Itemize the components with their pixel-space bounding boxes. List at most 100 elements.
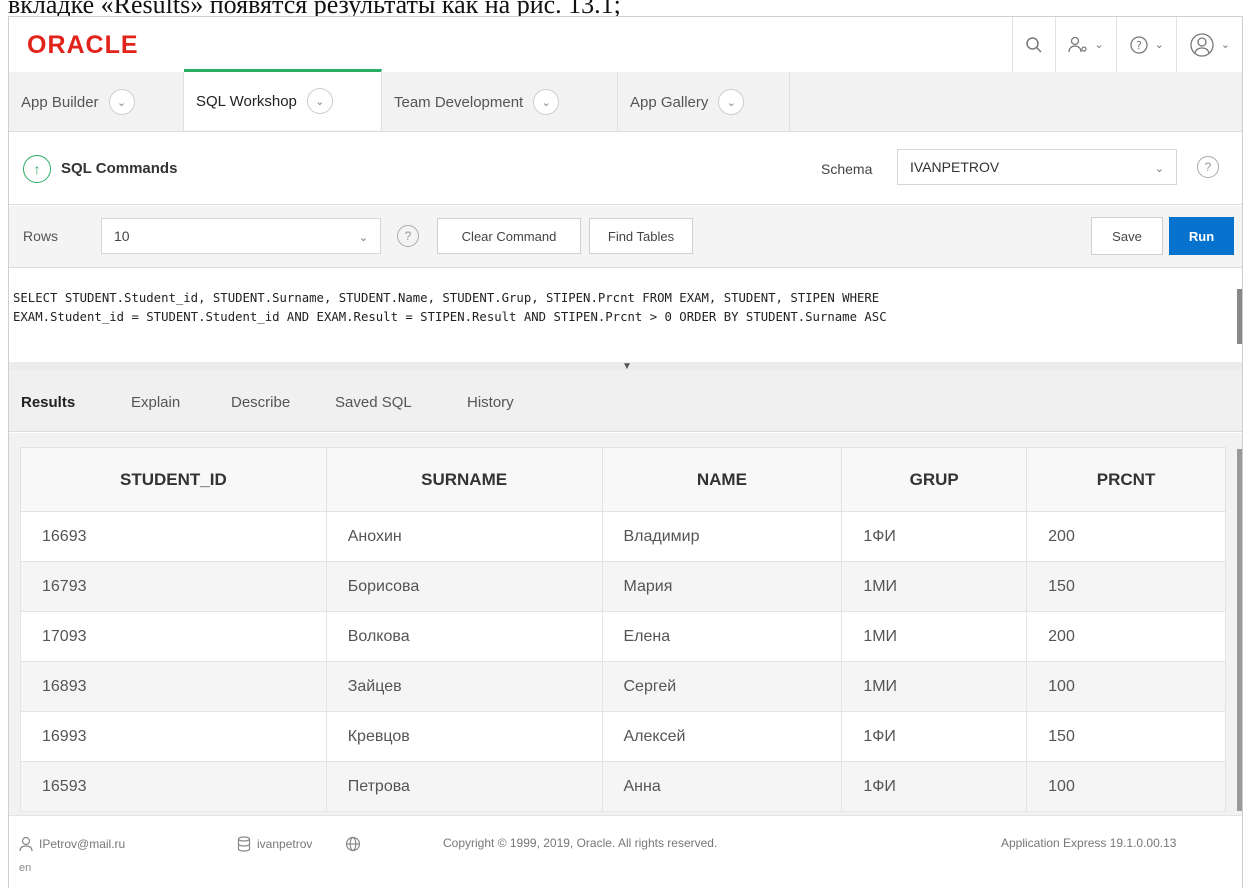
- svg-text:?: ?: [1136, 39, 1142, 52]
- top-icons: ⌄ ? ⌄ ⌄: [1012, 17, 1242, 72]
- table-cell: 1МИ: [841, 661, 1028, 712]
- table-cell: Кревцов: [325, 711, 603, 762]
- run-button[interactable]: Run: [1169, 217, 1234, 255]
- table-row: 16693 Анохин Владимир 1ФИ 200: [20, 511, 1226, 562]
- top-bar: ORACLE ⌄ ? ⌄ ⌄: [9, 17, 1242, 72]
- document-caption: вкладке «Results» появятся результаты ка…: [8, 0, 621, 16]
- chevron-down-icon[interactable]: ⌄: [718, 89, 745, 115]
- arrow-up-icon[interactable]: ↑: [23, 155, 51, 183]
- user-admin-icon[interactable]: ⌄: [1055, 17, 1115, 72]
- chevron-down-icon[interactable]: ⌄: [533, 89, 560, 115]
- table-cell: 1ФИ: [841, 761, 1028, 812]
- table-cell: Анна: [601, 761, 843, 812]
- table-cell: Мария: [601, 561, 843, 612]
- table-cell: Алексей: [601, 711, 843, 762]
- tab-explain[interactable]: Explain: [131, 394, 180, 411]
- chevron-down-icon: ⌄: [358, 232, 368, 244]
- table-cell: 1ФИ: [841, 511, 1028, 562]
- table-cell: 150: [1026, 711, 1226, 762]
- tab-saved-sql[interactable]: Saved SQL: [335, 394, 412, 411]
- footer-workspace[interactable]: ivanpetrov: [237, 836, 312, 852]
- editor-scrollbar[interactable]: [1237, 289, 1242, 344]
- tab-label: Team Development: [394, 93, 524, 111]
- chevron-down-icon: ⌄: [1154, 39, 1164, 51]
- table-cell: 16693: [20, 511, 327, 562]
- column-header-name[interactable]: NAME: [601, 447, 843, 512]
- table-cell: Волкова: [325, 611, 603, 662]
- clear-command-button[interactable]: Clear Command: [437, 218, 581, 254]
- copyright: Copyright © 1999, 2019, Oracle. All righ…: [443, 836, 718, 850]
- table-cell: 1МИ: [841, 561, 1028, 612]
- results-scrollbar[interactable]: [1237, 449, 1242, 811]
- table-row: 16993 Кревцов Алексей 1ФИ 150: [20, 711, 1226, 762]
- results-tabs: Results Explain Describe Saved SQL Histo…: [9, 370, 1242, 432]
- table-cell: 16793: [20, 561, 327, 612]
- table-row: 17093 Волкова Елена 1МИ 200: [20, 611, 1226, 662]
- table-row: 16593 Петрова Анна 1ФИ 100: [20, 761, 1226, 812]
- schema-value: IVANPETROV: [910, 159, 1000, 175]
- table-cell: 100: [1026, 661, 1226, 712]
- table-cell: 1ФИ: [841, 711, 1028, 762]
- column-header-surname[interactable]: SURNAME: [325, 447, 603, 512]
- column-header-student-id[interactable]: STUDENT_ID: [20, 447, 327, 512]
- tab-app-gallery[interactable]: App Gallery ⌄: [618, 72, 790, 132]
- table-row: 16793 Борисова Мария 1МИ 150: [20, 561, 1226, 612]
- table-cell: 150: [1026, 561, 1226, 612]
- help-icon[interactable]: ? ⌄: [1115, 17, 1176, 72]
- language-code[interactable]: en: [19, 862, 31, 874]
- sql-commands-header: ↑ SQL Commands Schema IVANPETROV ⌄ ?: [9, 133, 1242, 205]
- tab-label: App Builder: [21, 93, 99, 111]
- tab-app-builder[interactable]: App Builder ⌄: [9, 72, 184, 132]
- schema-select[interactable]: IVANPETROV ⌄: [897, 149, 1177, 185]
- chevron-down-icon: ⌄: [1154, 163, 1164, 175]
- column-header-prcnt[interactable]: PRCNT: [1026, 447, 1226, 512]
- table-cell: 16993: [20, 711, 327, 762]
- chevron-down-icon[interactable]: ⌄: [306, 88, 333, 114]
- results-panel: STUDENT_ID SURNAME NAME GRUP PRCNT 16693…: [9, 433, 1242, 833]
- app-version: Application Express 19.1.0.00.13: [1001, 836, 1177, 850]
- editor-line: EXAM.Student_id = STUDENT.Student_id AND…: [13, 310, 887, 324]
- table-cell: Елена: [601, 611, 843, 662]
- find-tables-button[interactable]: Find Tables: [589, 218, 693, 254]
- rows-select[interactable]: 10 ⌄: [101, 218, 381, 254]
- table-cell: 100: [1026, 761, 1226, 812]
- tab-label: SQL Workshop: [196, 92, 297, 110]
- sql-editor[interactable]: SELECT STUDENT.Student_id, STUDENT.Surna…: [9, 269, 1242, 362]
- editor-line: SELECT STUDENT.Student_id, STUDENT.Surna…: [13, 291, 880, 305]
- table-cell: Зайцев: [325, 661, 603, 712]
- schema-label: Schema: [821, 161, 873, 177]
- table-cell: 200: [1026, 611, 1226, 662]
- table-cell: 1МИ: [841, 611, 1028, 662]
- search-icon[interactable]: [1012, 17, 1055, 72]
- tab-sql-workshop[interactable]: SQL Workshop ⌄: [184, 69, 382, 130]
- chevron-down-icon: ⌄: [1094, 39, 1104, 51]
- command-toolbar: Rows 10 ⌄ ? Clear Command Find Tables Sa…: [9, 206, 1242, 268]
- table-cell: Петрова: [325, 761, 603, 812]
- table-cell: Владимир: [601, 511, 843, 562]
- oracle-logo[interactable]: ORACLE: [27, 31, 139, 60]
- help-icon[interactable]: ?: [1197, 156, 1219, 178]
- table-cell: Сергей: [601, 661, 843, 712]
- user-icon: [19, 836, 33, 852]
- save-button[interactable]: Save: [1091, 217, 1163, 255]
- tab-team-development[interactable]: Team Development ⌄: [382, 72, 618, 132]
- footer: IPetrov@mail.ru ivanpetrov Copyright © 1…: [9, 815, 1242, 888]
- footer-user[interactable]: IPetrov@mail.ru: [19, 836, 125, 852]
- tab-results[interactable]: Results: [21, 394, 75, 411]
- results-table: STUDENT_ID SURNAME NAME GRUP PRCNT 16693…: [20, 447, 1226, 812]
- apex-window: ORACLE ⌄ ? ⌄ ⌄ App Builder ⌄ SQL Worksho…: [8, 16, 1243, 888]
- tab-history[interactable]: History: [467, 394, 514, 411]
- tab-describe[interactable]: Describe: [231, 394, 290, 411]
- help-icon[interactable]: ?: [397, 225, 419, 247]
- page-title: SQL Commands: [61, 160, 178, 177]
- rows-value: 10: [114, 228, 130, 244]
- globe-icon[interactable]: [345, 836, 361, 852]
- tab-label: App Gallery: [630, 93, 709, 111]
- table-cell: Борисова: [325, 561, 603, 612]
- user-email: IPetrov@mail.ru: [39, 837, 126, 851]
- chevron-down-icon: ⌄: [1220, 39, 1230, 51]
- account-icon[interactable]: ⌄: [1175, 17, 1242, 72]
- database-icon: [237, 836, 251, 852]
- column-header-grup[interactable]: GRUP: [841, 447, 1028, 512]
- chevron-down-icon[interactable]: ⌄: [108, 89, 135, 115]
